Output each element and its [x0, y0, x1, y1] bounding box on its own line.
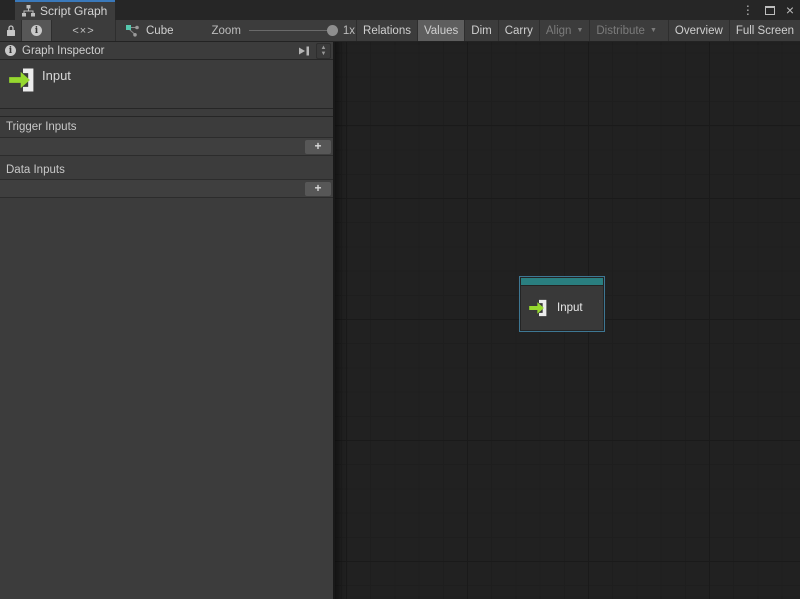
- unit-title-box: Input: [0, 60, 333, 109]
- zoom-value: 1x: [343, 25, 355, 37]
- graph-reference[interactable]: Cube: [126, 25, 174, 37]
- tab-title: Script Graph: [40, 4, 107, 18]
- close-icon[interactable]: ×: [786, 3, 794, 17]
- script-graph-window: Script Graph ⋮ × i <×>: [0, 0, 800, 599]
- carry-button[interactable]: Carry: [498, 20, 539, 41]
- graph-hierarchy-icon: [22, 5, 35, 17]
- chevron-down-icon: ▼: [576, 27, 583, 34]
- input-node[interactable]: Input: [519, 276, 605, 332]
- chevron-down-icon: ▼: [650, 27, 657, 34]
- add-trigger-input-button[interactable]: +: [305, 140, 331, 154]
- input-node-body[interactable]: Input: [521, 286, 603, 330]
- zoom-slider[interactable]: [249, 30, 335, 31]
- code-icon: <×>: [72, 25, 94, 37]
- window-menu-icon[interactable]: ⋮: [742, 4, 754, 16]
- data-inputs-label: Data Inputs: [0, 161, 333, 179]
- dim-button[interactable]: Dim: [464, 20, 497, 41]
- relations-button[interactable]: Relations: [356, 20, 417, 41]
- input-node-label: Input: [557, 302, 583, 314]
- title-bar: Script Graph ⋮ ×: [0, 0, 800, 20]
- info-icon: i: [31, 25, 42, 36]
- graph-inspector-title: Graph Inspector: [22, 45, 292, 57]
- graph-canvas[interactable]: Input: [335, 42, 800, 599]
- window-controls: ⋮ ×: [742, 0, 794, 20]
- lock-icon: [6, 24, 16, 37]
- unit-title: Input: [42, 68, 71, 83]
- spinner-down-icon[interactable]: ▼: [321, 51, 327, 57]
- input-unit-icon: [8, 67, 38, 93]
- info-icon: i: [5, 45, 16, 56]
- distribute-dropdown[interactable]: Distribute ▼: [589, 20, 663, 41]
- graph-inspector-panel: i Graph Inspector ▲ ▼ Input Trigger Inpu…: [0, 42, 335, 599]
- values-button[interactable]: Values: [417, 20, 464, 41]
- trigger-inputs-list: +: [0, 137, 333, 156]
- graph-name-label: Cube: [146, 25, 174, 37]
- tab-script-graph[interactable]: Script Graph: [15, 0, 115, 20]
- data-inputs-list: +: [0, 179, 333, 198]
- overview-button[interactable]: Overview: [668, 20, 729, 41]
- add-data-input-button[interactable]: +: [305, 182, 331, 196]
- maximize-icon[interactable]: [765, 6, 775, 15]
- dock-sidebar-icon[interactable]: [298, 45, 310, 57]
- inspector-toggle-button[interactable]: i: [22, 20, 52, 41]
- collapsed-section-strip: [0, 109, 333, 117]
- trigger-inputs-label: Trigger Inputs: [0, 117, 333, 137]
- zoom-control: Zoom 1x: [212, 25, 356, 37]
- align-dropdown[interactable]: Align ▼: [539, 20, 590, 41]
- view-toggle-group: Relations Values Dim Carry Align ▼ Distr…: [356, 20, 800, 41]
- graph-inspector-header: i Graph Inspector ▲ ▼: [0, 42, 333, 60]
- lock-button[interactable]: [0, 20, 22, 41]
- script-graph-asset-icon: [126, 25, 140, 37]
- zoom-slider-knob[interactable]: [327, 25, 338, 36]
- input-unit-icon: [528, 299, 550, 317]
- zoom-label: Zoom: [212, 25, 241, 37]
- scroll-spinner[interactable]: ▲ ▼: [316, 43, 331, 59]
- code-preview-button[interactable]: <×>: [52, 20, 116, 41]
- input-node-header[interactable]: [521, 278, 603, 285]
- graph-toolbar: i <×> Cube Zoom 1x Relations: [0, 20, 800, 42]
- full-screen-button[interactable]: Full Screen: [729, 20, 800, 41]
